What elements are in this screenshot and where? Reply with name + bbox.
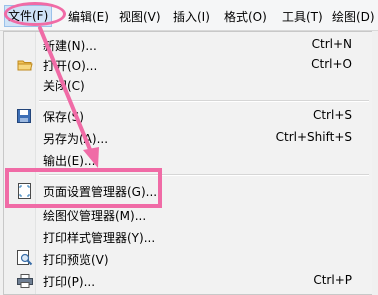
menu-item-shortcut: Ctrl+O: [311, 57, 352, 71]
print-preview-icon: [17, 250, 33, 269]
menu-item-label: 输出(E)...: [43, 154, 96, 168]
file-dropdown-menu: 新建(N)... Ctrl+N 打开(O)... Ctrl+O 关闭(C) 保存…: [3, 31, 372, 295]
menu-view[interactable]: 视图(V): [119, 8, 161, 25]
menu-insert[interactable]: 插入(I): [173, 8, 210, 25]
menu-item-shortcut: Ctrl+P: [313, 273, 352, 287]
highlight-circle-annotation: [4, 2, 66, 26]
menu-item-save[interactable]: 保存(S) Ctrl+S: [4, 105, 372, 127]
menu-item-save-as[interactable]: 另存为(A)... Ctrl+Shift+S: [4, 127, 372, 149]
menu-item-label: 另存为(A)...: [43, 132, 109, 146]
menu-item-label: 新建(N)...: [43, 39, 97, 53]
folder-icon: [17, 58, 33, 75]
menu-item-label: 绘图仪管理器(M)...: [43, 209, 147, 223]
menu-item-shortcut: Ctrl+Shift+S: [275, 130, 352, 144]
menu-item-label: 打印预览(V): [43, 253, 109, 267]
menu-separator: [39, 100, 369, 102]
menu-item-label: 关闭(C): [43, 79, 85, 93]
menu-item-label: 打印样式管理器(Y)...: [43, 231, 156, 245]
menu-draw[interactable]: 绘图(D): [332, 8, 375, 25]
menu-item-label: 打印(P)...: [43, 275, 96, 289]
menu-item-label: 保存(S): [43, 110, 84, 124]
menu-item-shortcut: Ctrl+N: [311, 37, 352, 51]
menu-tools[interactable]: 工具(T): [282, 8, 323, 25]
printer-icon: [17, 274, 33, 291]
menu-item-print-preview[interactable]: 打印预览(V): [4, 248, 372, 270]
menu-item-shortcut: Ctrl+S: [312, 108, 352, 122]
menu-item-close[interactable]: 关闭(C): [4, 74, 372, 96]
menu-item-open[interactable]: 打开(O)... Ctrl+O: [4, 54, 372, 76]
menu-item-label: 打开(O)...: [43, 59, 98, 73]
menu-edit[interactable]: 编辑(E): [68, 8, 109, 25]
menu-item-plot-style-manager[interactable]: 打印样式管理器(Y)...: [4, 226, 372, 248]
menu-item-print[interactable]: 打印(P)... Ctrl+P: [4, 270, 372, 292]
highlight-box-annotation: [5, 168, 162, 208]
menu-item-new[interactable]: 新建(N)... Ctrl+N: [4, 34, 372, 56]
menu-format[interactable]: 格式(O): [224, 8, 267, 25]
save-icon: [17, 109, 31, 126]
